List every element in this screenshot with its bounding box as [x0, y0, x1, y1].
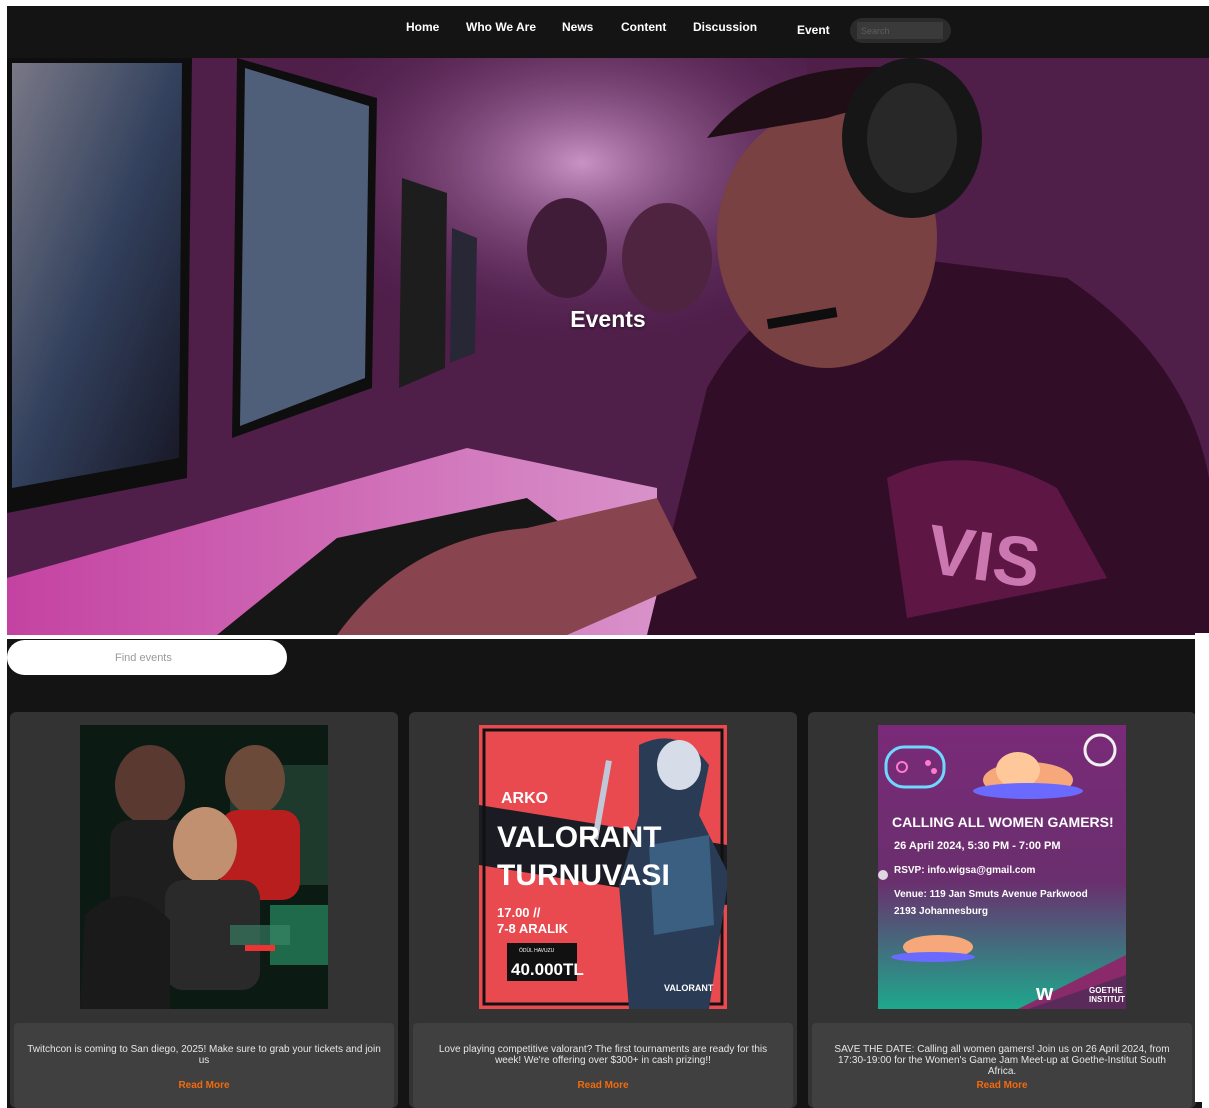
- svg-text:VALORANT: VALORANT: [497, 821, 661, 854]
- nav-event-link[interactable]: Event: [797, 23, 830, 37]
- event-description: SAVE THE DATE: Calling all women gamers!…: [834, 1044, 1170, 1077]
- svg-text:7-8 ARALIK: 7-8 ARALIK: [497, 921, 569, 936]
- event-poster-women-gamers: CALLING ALL WOMEN GAMERS! 26 April 2024,…: [878, 725, 1126, 1009]
- hero-banner: VIS Events: [7, 58, 1209, 635]
- svg-text:INSTITUT: INSTITUT: [1089, 995, 1125, 1004]
- event-info: Twitchcon is coming to San diego, 2025! …: [14, 1023, 394, 1108]
- find-events-input[interactable]: [7, 640, 287, 675]
- svg-text:RSVP: info.wigsa@gmail.com: RSVP: info.wigsa@gmail.com: [894, 865, 1036, 876]
- svg-text:CALLING ALL WOMEN GAMERS!: CALLING ALL WOMEN GAMERS!: [892, 814, 1114, 830]
- nav-content-link[interactable]: Content: [621, 20, 666, 34]
- nav-who-we-are-link[interactable]: Who We Are: [466, 20, 536, 34]
- top-navigation: Home Who We Are News Content Discussion …: [7, 6, 1209, 58]
- svg-text:17.00 //: 17.00 //: [497, 905, 541, 920]
- search-input[interactable]: [857, 22, 943, 39]
- svg-text:Venue: 119 Jan Smuts Avenue Pa: Venue: 119 Jan Smuts Avenue Parkwood: [894, 889, 1088, 900]
- event-poster-valorant: ARKO VALORANT TURNUVASI 17.00 // 7-8 ARA…: [479, 725, 727, 1009]
- svg-text:TURNUVASI: TURNUVASI: [497, 859, 670, 892]
- hero-title: Events: [570, 306, 646, 332]
- event-card: ARKO VALORANT TURNUVASI 17.00 // 7-8 ARA…: [409, 712, 797, 1108]
- svg-text:ARKO: ARKO: [501, 790, 548, 807]
- svg-text:w: w: [1035, 980, 1054, 1005]
- nav-search: [850, 18, 951, 43]
- svg-text:40.000TL: 40.000TL: [511, 960, 584, 979]
- nav-discussion-link[interactable]: Discussion: [693, 20, 757, 34]
- event-card: CALLING ALL WOMEN GAMERS! 26 April 2024,…: [808, 712, 1196, 1108]
- events-section: Twitchcon is coming to San diego, 2025! …: [7, 639, 1202, 1108]
- nav-home-link[interactable]: Home: [406, 20, 439, 34]
- event-image-twitchcon: [80, 725, 328, 1009]
- event-card: Twitchcon is coming to San diego, 2025! …: [10, 712, 398, 1108]
- event-description: Twitchcon is coming to San diego, 2025! …: [27, 1044, 381, 1066]
- svg-text:ÖDÜL HAVUZU: ÖDÜL HAVUZU: [519, 947, 555, 954]
- event-description: Love playing competitive valorant? The f…: [438, 1044, 768, 1066]
- svg-text:VALORANT: VALORANT: [664, 983, 714, 993]
- nav-news-link[interactable]: News: [562, 20, 593, 34]
- read-more-link[interactable]: Read More: [413, 1080, 793, 1091]
- page-edge: [1195, 633, 1209, 1102]
- svg-text:2193 Johannesburg: 2193 Johannesburg: [894, 906, 988, 917]
- read-more-link[interactable]: Read More: [14, 1080, 394, 1091]
- read-more-link[interactable]: Read More: [812, 1080, 1192, 1091]
- svg-text:GOETHE: GOETHE: [1089, 986, 1123, 995]
- svg-text:26 April 2024, 5:30 PM - 7:00: 26 April 2024, 5:30 PM - 7:00 PM: [894, 840, 1061, 852]
- hero-image: VIS: [7, 58, 1209, 635]
- event-info: Love playing competitive valorant? The f…: [413, 1023, 793, 1108]
- event-info: SAVE THE DATE: Calling all women gamers!…: [812, 1023, 1192, 1108]
